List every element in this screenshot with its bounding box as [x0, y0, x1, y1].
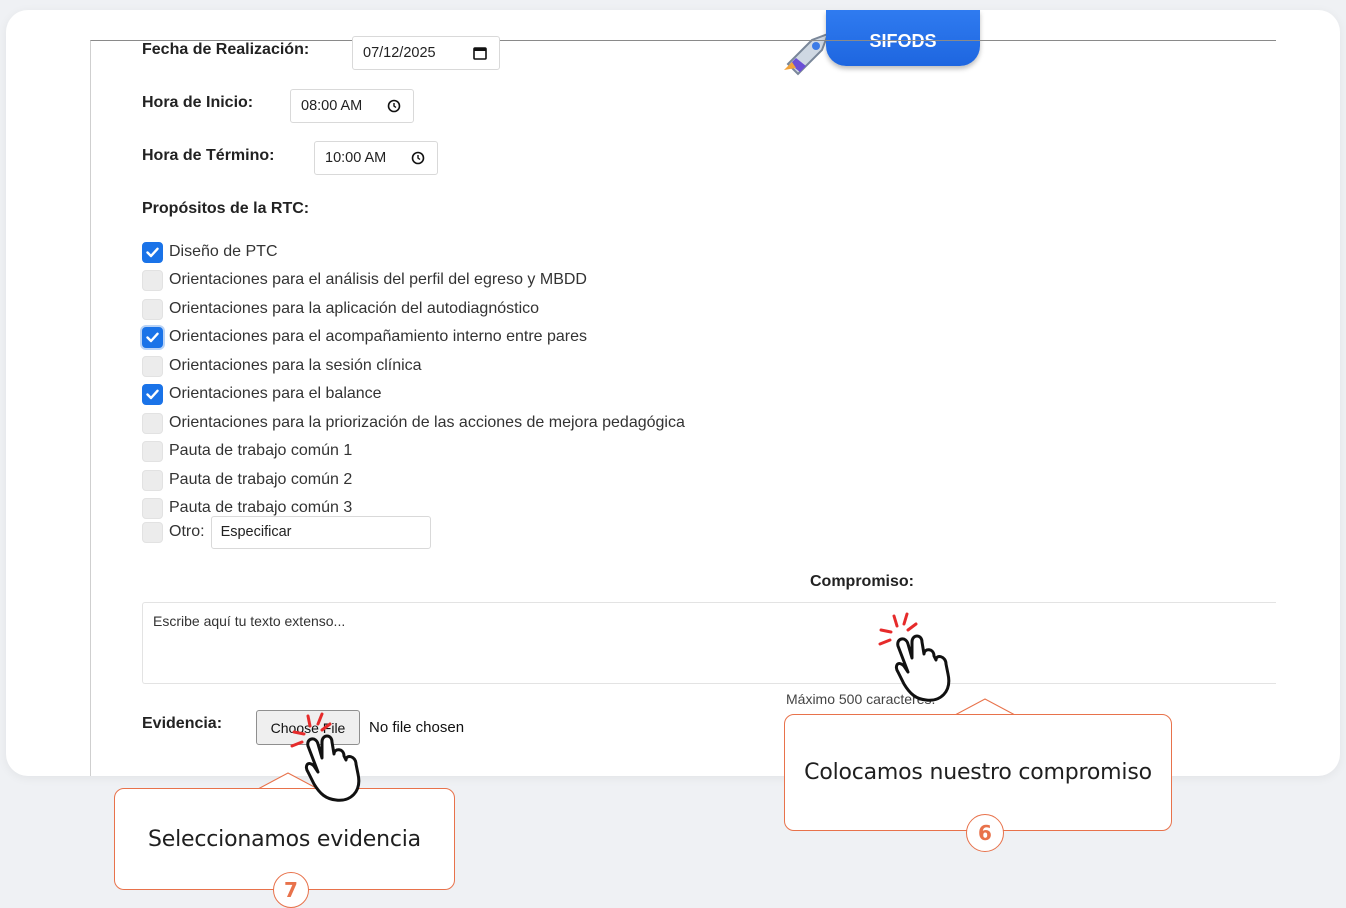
- proposito-checkbox[interactable]: [142, 440, 163, 462]
- proposito-label: Orientaciones para la aplicación del aut…: [169, 300, 540, 317]
- termino-input[interactable]: 10:00 AM: [314, 141, 438, 175]
- check-icon: [146, 389, 159, 399]
- proposito-checkbox[interactable]: [142, 298, 163, 320]
- termino-label: Hora de Término:: [142, 147, 275, 164]
- proposito-item: Orientaciones para la sesión clínica: [142, 354, 422, 378]
- fecha-value: 07/12/2025: [363, 45, 436, 61]
- hand-pointer-icon: [878, 612, 951, 702]
- otro-row: Otro: Especificar: [142, 515, 431, 549]
- proposito-item: Orientaciones para la aplicación del aut…: [142, 297, 539, 321]
- proposito-item: Orientaciones para la priorización de la…: [142, 411, 685, 435]
- proposito-label: Pauta de trabajo común 1: [169, 442, 353, 459]
- proposito-label: Pauta de trabajo común 2: [169, 471, 353, 488]
- fecha-label: Fecha de Realización:: [142, 41, 310, 58]
- step-6-badge: 6: [966, 814, 1004, 852]
- fecha-input[interactable]: 07/12/2025: [352, 36, 500, 70]
- clock-icon[interactable]: [387, 99, 401, 113]
- inicio-input[interactable]: 08:00 AM: [290, 89, 414, 123]
- inicio-value: 08:00 AM: [301, 98, 363, 114]
- compromiso-textarea[interactable]: Escribe aquí tu texto extenso...: [142, 602, 1276, 684]
- proposito-item: Orientaciones para el acompañamiento int…: [142, 325, 587, 349]
- proposito-label: Orientaciones para el acompañamiento int…: [169, 328, 588, 345]
- proposito-checkbox[interactable]: [142, 469, 163, 491]
- check-icon: [146, 332, 159, 342]
- proposito-checkbox[interactable]: [142, 241, 163, 263]
- otro-checkbox[interactable]: [142, 521, 163, 543]
- proposito-checkbox[interactable]: [142, 412, 163, 434]
- otro-label: Otro:: [169, 523, 205, 540]
- proposito-item: Orientaciones para el balance: [142, 382, 382, 406]
- inicio-label: Hora de Inicio:: [142, 94, 254, 111]
- proposito-label: Orientaciones para la sesión clínica: [169, 357, 422, 374]
- compromiso-label: Compromiso:: [810, 573, 914, 590]
- proposito-label: Orientaciones para la priorización de la…: [169, 414, 685, 431]
- proposito-item: Orientaciones para el análisis del perfi…: [142, 268, 587, 292]
- callout-evidencia-text: Seleccionamos evidencia: [148, 826, 421, 852]
- evidencia-label: Evidencia:: [142, 715, 223, 732]
- otro-input[interactable]: Especificar: [210, 515, 431, 549]
- callout-compromiso: Colocamos nuestro compromiso: [784, 714, 1172, 831]
- hand-pointer-icon: [290, 712, 361, 802]
- clock-icon[interactable]: [411, 151, 425, 165]
- proposito-item: Pauta de trabajo común 1: [142, 439, 352, 463]
- proposito-label: Orientaciones para el análisis del perfi…: [169, 271, 587, 288]
- proposito-label: Orientaciones para el balance: [169, 385, 382, 402]
- proposito-checkbox[interactable]: [142, 326, 163, 348]
- proposito-checkbox[interactable]: [142, 269, 163, 291]
- callout-compromiso-text: Colocamos nuestro compromiso: [804, 760, 1152, 785]
- proposito-checkbox[interactable]: [142, 383, 163, 405]
- proposito-checkbox[interactable]: [142, 355, 163, 377]
- check-icon: [146, 247, 159, 257]
- otro-placeholder: Especificar: [220, 524, 292, 540]
- propositos-title: Propósitos de la RTC:: [142, 200, 310, 217]
- compromiso-placeholder: Escribe aquí tu texto extenso...: [153, 613, 346, 629]
- proposito-item: Pauta de trabajo común 2: [142, 468, 352, 492]
- form-card: SIFODS Fecha de Realización: 07/12/2025 …: [6, 10, 1340, 776]
- termino-value: 10:00 AM: [325, 150, 387, 166]
- proposito-label: Diseño de PTC: [169, 243, 278, 260]
- calendar-icon[interactable]: [473, 46, 487, 60]
- proposito-item: Diseño de PTC: [142, 240, 278, 264]
- step-7-badge: 7: [273, 872, 309, 908]
